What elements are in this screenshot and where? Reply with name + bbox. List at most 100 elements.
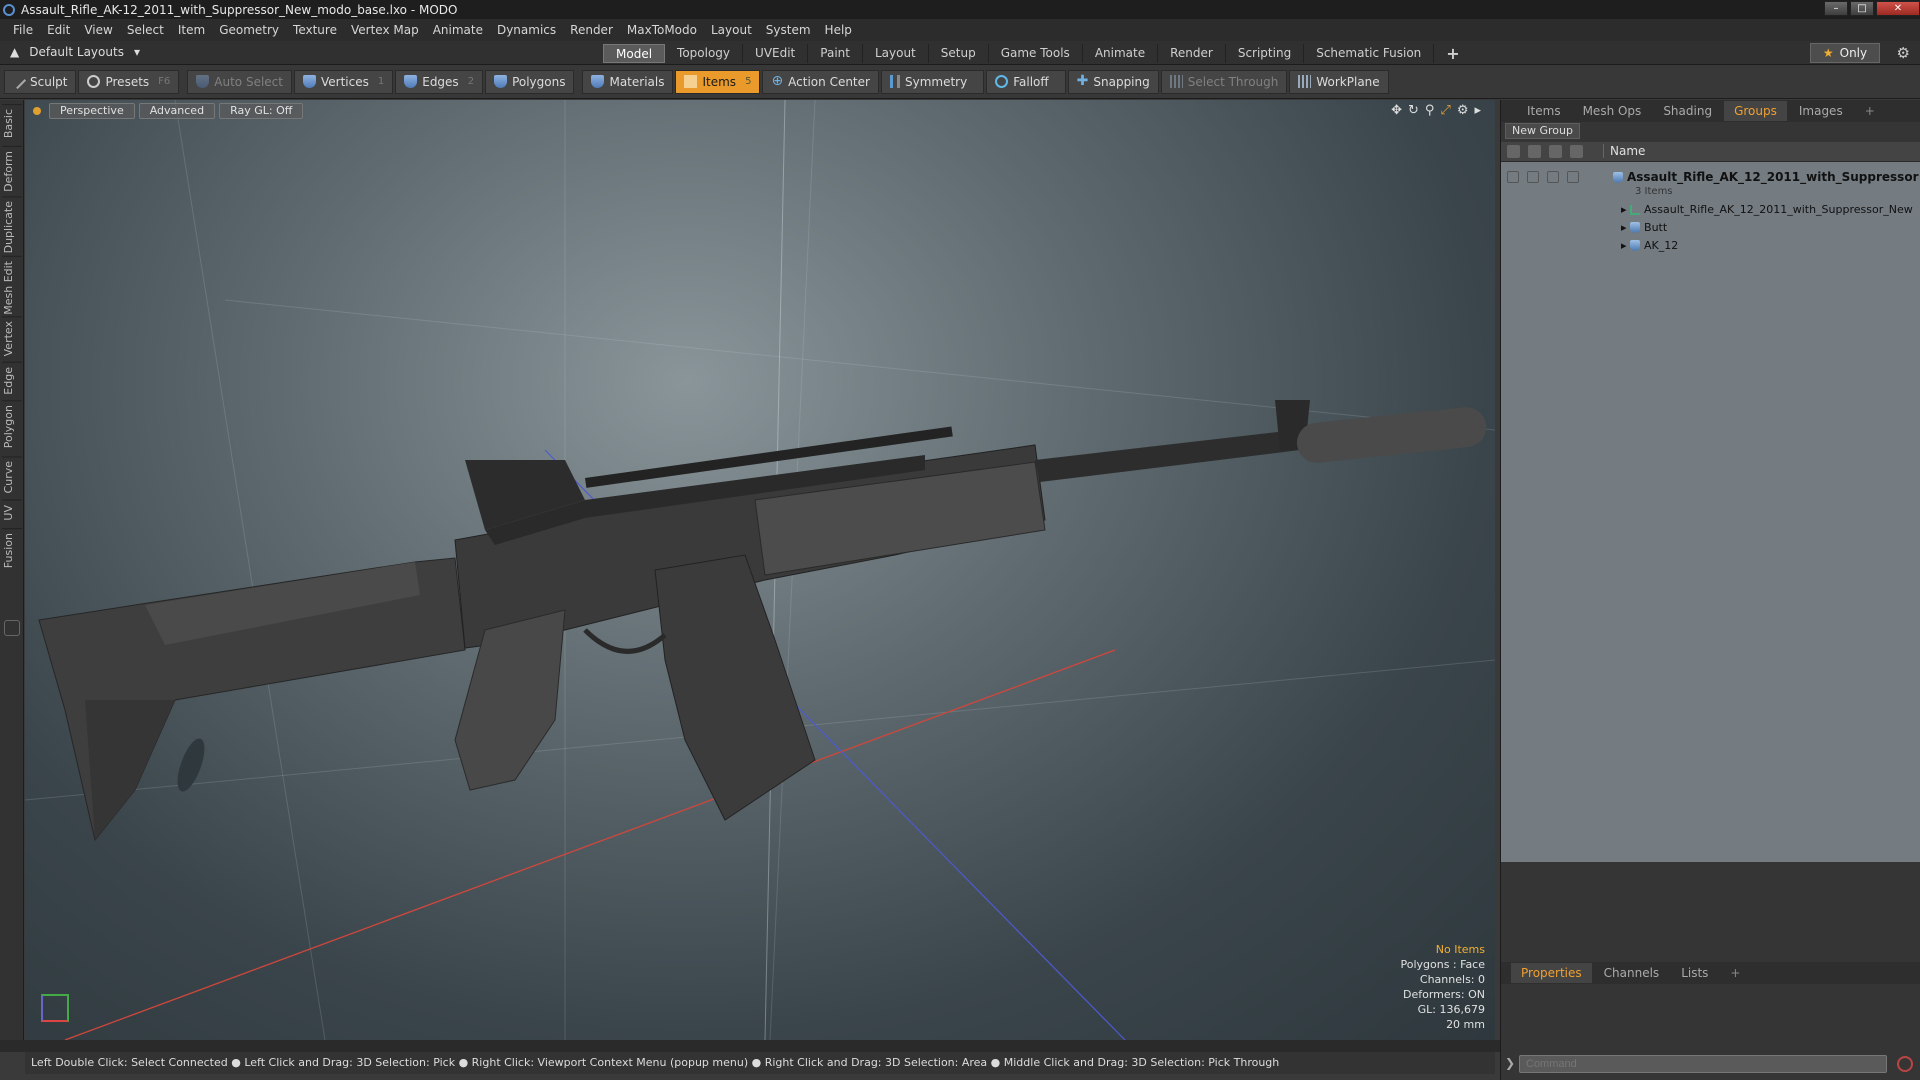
tab-render[interactable]: Render <box>1158 44 1226 63</box>
action-center-icon: ⊕ <box>771 73 784 89</box>
add-properties-tab-button[interactable]: + <box>1720 963 1750 983</box>
collapse-icon[interactable]: ▲ <box>10 45 19 59</box>
shading-mode-button[interactable]: Advanced <box>138 103 216 119</box>
tab-channels[interactable]: Channels <box>1594 963 1670 983</box>
tab-paint[interactable]: Paint <box>808 44 863 63</box>
menu-edit[interactable]: Edit <box>40 23 77 37</box>
tab-uvedit[interactable]: UVEdit <box>743 44 809 63</box>
vtab-uv[interactable]: UV <box>2 500 22 525</box>
falloff-button[interactable]: Falloff <box>986 69 1066 94</box>
zoom-view-icon[interactable]: ⚲ <box>1425 103 1435 118</box>
render-icon[interactable] <box>1528 145 1541 158</box>
vtab-fusion[interactable]: Fusion <box>2 528 22 573</box>
polygons-label: Polygons <box>512 74 566 89</box>
select-through-button[interactable]: Select Through <box>1160 69 1288 94</box>
tab-game-tools[interactable]: Game Tools <box>989 44 1083 63</box>
action-center-button[interactable]: ⊕ Action Center <box>762 69 879 94</box>
menu-render[interactable]: Render <box>563 23 620 37</box>
record-macro-icon[interactable] <box>1897 1056 1913 1072</box>
vtab-mesh-edit[interactable]: Mesh Edit <box>2 256 22 319</box>
gear-icon[interactable]: ⚙ <box>1897 44 1910 62</box>
tab-topology[interactable]: Topology <box>665 44 744 63</box>
menu-maxtomodo[interactable]: MaxToModo <box>620 23 704 37</box>
materials-button[interactable]: Materials <box>582 69 674 94</box>
tree-row-item[interactable]: ▸ AK_12 <box>1501 236 1920 254</box>
default-layouts-dropdown[interactable]: ▲ Default Layouts ▾ <box>10 45 140 59</box>
title-bar: Assault_Rifle_AK-12_2011_with_Suppressor… <box>0 0 1920 19</box>
tab-model[interactable]: Model <box>603 44 666 63</box>
eye-icon[interactable] <box>1507 145 1520 158</box>
auto-select-button[interactable]: Auto Select <box>187 69 292 94</box>
viewport-info: No Items Polygons : Face Channels: 0 Def… <box>1400 942 1485 1032</box>
edges-button[interactable]: Edges 2 <box>395 69 484 94</box>
only-button[interactable]: ★ Only <box>1810 43 1880 63</box>
tab-images[interactable]: Images <box>1789 101 1853 121</box>
tab-groups[interactable]: Groups <box>1724 101 1787 121</box>
menu-system[interactable]: System <box>759 23 818 37</box>
view-mode-button[interactable]: Perspective <box>49 103 135 119</box>
tab-properties[interactable]: Properties <box>1511 963 1592 983</box>
vtab-duplicate[interactable]: Duplicate <box>2 196 22 258</box>
vtab-curve[interactable]: Curve <box>2 456 22 498</box>
tab-shading[interactable]: Shading <box>1653 101 1722 121</box>
close-button[interactable]: ✕ <box>1876 1 1920 16</box>
lock-icon[interactable] <box>1549 145 1562 158</box>
menu-file[interactable]: File <box>6 23 40 37</box>
presets-label: Presets <box>105 74 150 89</box>
viewport-settings-icon[interactable]: ⚙ <box>1457 103 1469 118</box>
auto-select-label: Auto Select <box>214 74 283 89</box>
snapping-button[interactable]: ✚ Snapping <box>1067 69 1159 94</box>
menu-geometry[interactable]: Geometry <box>212 23 286 37</box>
vertices-button[interactable]: Vertices 1 <box>293 69 394 94</box>
menu-vertex-map[interactable]: Vertex Map <box>344 23 426 37</box>
menu-animate[interactable]: Animate <box>426 23 490 37</box>
tab-mesh-ops[interactable]: Mesh Ops <box>1573 101 1652 121</box>
maximize-button[interactable]: □ <box>1850 1 1874 16</box>
items-button[interactable]: Items 5 <box>675 69 761 94</box>
vtab-polygon[interactable]: Polygon <box>2 400 22 453</box>
raygl-button[interactable]: Ray GL: Off <box>219 103 304 119</box>
tab-lists[interactable]: Lists <box>1671 963 1718 983</box>
polygons-button[interactable]: Polygons <box>485 69 575 94</box>
add-tab-button[interactable]: + <box>1434 44 1471 63</box>
menu-view[interactable]: View <box>77 23 119 37</box>
panel-toggle-button[interactable] <box>4 620 20 636</box>
tab-items[interactable]: Items <box>1517 101 1571 121</box>
menu-layout[interactable]: Layout <box>704 23 759 37</box>
rotate-view-icon[interactable]: ↻ <box>1408 103 1419 118</box>
viewport-menu-icon[interactable]: ▸ <box>1474 103 1481 118</box>
tree-row-item[interactable]: ▸ Assault_Rifle_AK_12_2011_with_Suppress… <box>1501 200 1920 218</box>
menu-texture[interactable]: Texture <box>286 23 344 37</box>
menu-select[interactable]: Select <box>120 23 171 37</box>
tree-row-item[interactable]: ▸ Butt <box>1501 218 1920 236</box>
tab-schematic-fusion[interactable]: Schematic Fusion <box>1304 44 1435 63</box>
menu-dynamics[interactable]: Dynamics <box>490 23 563 37</box>
command-input[interactable] <box>1519 1055 1887 1073</box>
tab-layout[interactable]: Layout <box>863 44 929 63</box>
items-label: Items <box>702 74 737 89</box>
move-view-icon[interactable]: ✥ <box>1391 103 1402 118</box>
vtab-edge[interactable]: Edge <box>2 362 22 399</box>
tab-scripting[interactable]: Scripting <box>1226 44 1305 63</box>
3d-viewport[interactable]: Perspective Advanced Ray GL: Off ✥ ↻ ⚲ ⤢… <box>25 100 1495 1040</box>
tab-animate[interactable]: Animate <box>1083 44 1159 63</box>
presets-button[interactable]: Presets F6 <box>78 69 180 94</box>
select-icon[interactable] <box>1570 145 1583 158</box>
tab-setup[interactable]: Setup <box>929 44 989 63</box>
sculpt-button[interactable]: Sculpt <box>4 69 77 94</box>
new-group-button[interactable]: New Group <box>1505 123 1580 139</box>
name-column-header[interactable]: Name <box>1603 144 1645 158</box>
command-arrow-icon: ❯ <box>1505 1056 1516 1070</box>
vtab-deform[interactable]: Deform <box>2 146 22 196</box>
presets-hotkey: F6 <box>158 76 171 87</box>
vtab-basic[interactable]: Basic <box>2 104 22 143</box>
menu-item[interactable]: Item <box>171 23 212 37</box>
vtab-vertex[interactable]: Vertex <box>2 316 22 361</box>
workplane-button[interactable]: WorkPlane <box>1289 69 1389 94</box>
menu-help[interactable]: Help <box>818 23 859 37</box>
fit-view-icon[interactable]: ⤢ <box>1440 103 1450 118</box>
workplane-label: WorkPlane <box>1316 74 1380 89</box>
minimize-button[interactable]: – <box>1824 1 1848 16</box>
symmetry-button[interactable]: Symmetry <box>880 69 985 94</box>
add-panel-tab-button[interactable]: + <box>1855 101 1885 121</box>
